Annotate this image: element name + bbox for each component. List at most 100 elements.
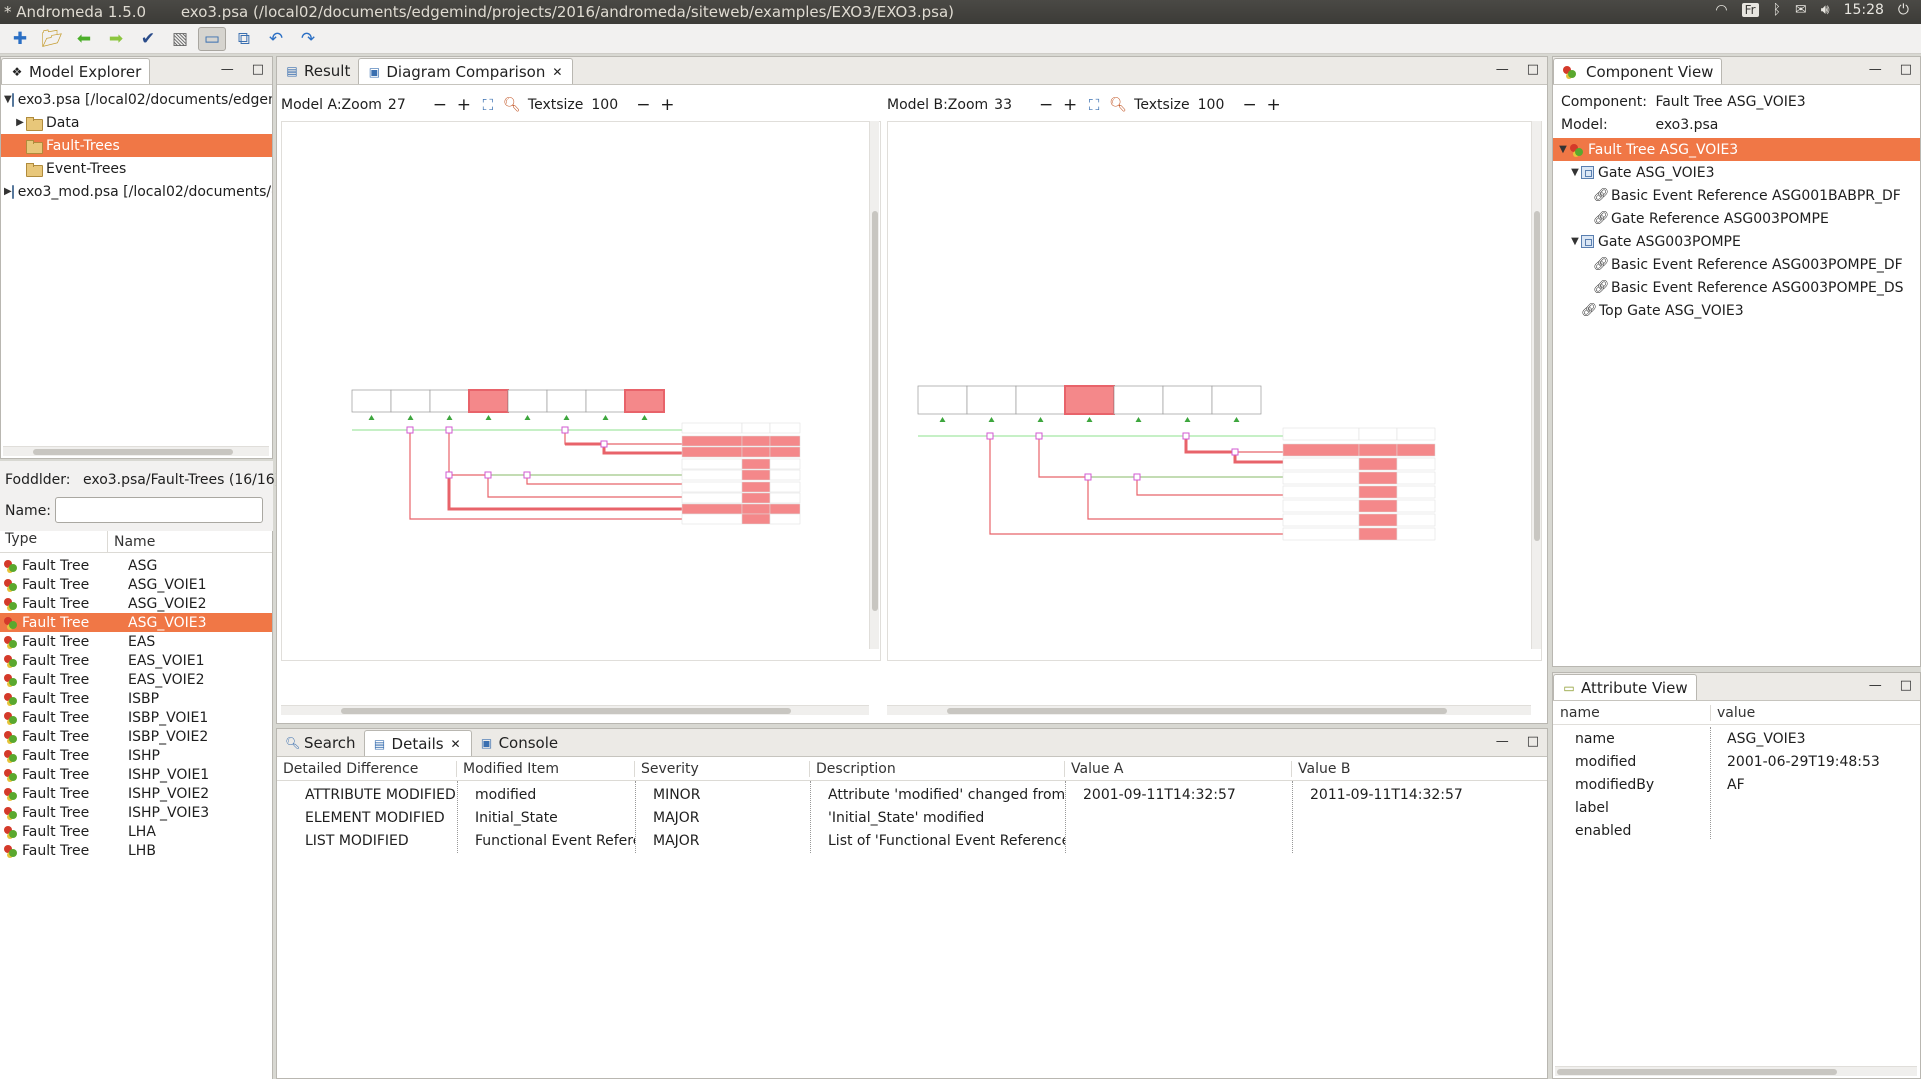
tab-details[interactable]: ▤ Details ✕ [363,730,472,756]
list-item[interactable]: Fault Tree LHB [0,841,272,860]
attribute-row[interactable]: label [1553,796,1920,819]
close-tab-icon[interactable]: ✕ [550,65,564,79]
compare-view-icon[interactable]: ▭ [198,26,226,51]
export-icon[interactable]: ▧ [166,27,194,51]
list-item[interactable]: Fault Tree ASG_VOIE3 [0,613,272,632]
model-a-event-tree[interactable] [282,122,882,662]
table-row[interactable]: ATTRIBUTE MODIFIED modified MINOR Attribute… [277,783,1547,806]
maximize-icon[interactable]: □ [1527,62,1539,77]
maximize-icon[interactable]: □ [1527,734,1539,749]
clock[interactable]: 15:28 [1844,2,1884,18]
tree-item-fault-trees[interactable]: Fault-Trees [1,134,272,157]
attribute-row[interactable]: enabled [1553,819,1920,842]
model-a-horizontal-scrollbar[interactable] [281,705,869,715]
new-icon[interactable]: ✚ [6,27,34,51]
bluetooth-icon[interactable]: ᛒ [1773,2,1781,18]
component-tree-item[interactable]: 🔗︎ Basic Event Reference ASG001BABPR_DF [1553,184,1920,207]
model-b-zoom-value[interactable]: 33 [994,97,1034,113]
list-item[interactable]: Fault Tree ISHP [0,746,272,765]
model-a-textsize-decrease-button[interactable]: − [631,95,655,115]
tree-item-exo3[interactable]: ▼ exo3.psa [/local02/documents/edgemind/… [1,88,272,111]
back-arrow-icon[interactable]: ⬅ [70,27,98,51]
model-a-zoom-in-button[interactable]: + [452,95,476,115]
list-item[interactable]: Fault Tree EAS_VOIE2 [0,670,272,689]
redo-icon[interactable]: ↷ [294,27,322,51]
list-item[interactable]: Fault Tree ASG_VOIE2 [0,594,272,613]
component-tree-item[interactable]: ▼ Gate ASG003POMPE [1553,230,1920,253]
expand-toggle-icon[interactable]: ▼ [1557,144,1569,155]
model-b-textsize-decrease-button[interactable]: − [1238,95,1262,115]
expand-toggle-icon[interactable]: ▶ [4,186,12,197]
model-a-fit-icon[interactable]: ⛶ [476,96,500,114]
expand-toggle-icon[interactable]: ▶ [14,117,26,128]
minimize-icon[interactable]: — [1869,678,1882,693]
column-header-value-b[interactable]: Value B [1292,761,1492,777]
list-item[interactable]: Fault Tree ASG_VOIE1 [0,575,272,594]
minimize-icon[interactable]: — [1496,734,1509,749]
model-a-textsize-value[interactable]: 100 [591,97,631,113]
list-item[interactable]: Fault Tree ISHP_VOIE3 [0,803,272,822]
component-tree-item[interactable]: 🔗︎ Top Gate ASG_VOIE3 [1553,299,1920,322]
mail-icon[interactable]: ✉ [1795,2,1807,18]
model-a-vertical-scrollbar[interactable] [869,121,879,649]
column-header-value-a[interactable]: Value A [1065,760,1292,777]
attribute-horizontal-scrollbar[interactable] [1555,1066,1917,1076]
list-item[interactable]: Fault Tree LHA [0,822,272,841]
column-header-name[interactable]: Name [108,534,155,550]
open-folder-icon[interactable]: 📂︎ [38,27,66,51]
column-header-description[interactable]: Description [810,760,1065,777]
model-b-diagram[interactable] [887,121,1542,661]
model-b-vertical-scrollbar[interactable] [1531,121,1541,649]
component-tree-item[interactable]: 🔗︎ Basic Event Reference ASG003POMPE_DS [1553,276,1920,299]
attribute-row[interactable]: modified 2001-06-29T19:48:53 [1553,750,1920,773]
component-tree-item[interactable]: ▼ Fault Tree ASG_VOIE3 [1553,138,1920,161]
model-a-diagram[interactable] [281,121,881,661]
maximize-icon[interactable]: □ [1900,62,1912,77]
minimize-icon[interactable]: — [221,62,234,77]
list-item[interactable]: Fault Tree ASG [0,556,272,575]
tab-console[interactable]: ▣ Console [472,730,567,756]
list-item[interactable]: Fault Tree ISBP_VOIE2 [0,727,272,746]
model-b-zoom-in-button[interactable]: + [1058,95,1082,115]
model-b-textsize-value[interactable]: 100 [1198,97,1238,113]
tree-item-data[interactable]: ▶ Data [1,111,272,134]
copy-icon[interactable]: ⧉ [230,27,258,51]
column-header-modified-item[interactable]: Modified Item [457,760,635,777]
component-tree-item[interactable]: 🔗︎ Gate Reference ASG003POMPE [1553,207,1920,230]
attribute-row[interactable]: modifiedBy AF [1553,773,1920,796]
tree-item-exo3-mod[interactable]: ▶ exo3_mod.psa [/local02/documents/edgem… [1,180,272,203]
name-filter-input[interactable] [55,497,263,523]
wifi-icon[interactable]: ◠ [1715,2,1727,18]
list-item[interactable]: Fault Tree ISBP_VOIE1 [0,708,272,727]
model-a-zoom-out-button[interactable]: − [428,95,452,115]
column-header-attr-value[interactable]: value [1711,705,1755,721]
model-b-textsize-icon[interactable]: 🔍︎ [1106,97,1130,113]
model-b-horizontal-scrollbar[interactable] [887,705,1531,715]
model-a-textsize-increase-button[interactable]: + [655,95,679,115]
column-header-severity[interactable]: Severity [635,760,810,777]
model-b-zoom-out-button[interactable]: − [1034,95,1058,115]
tab-diagram-comparison[interactable]: ▣ Diagram Comparison ✕ [358,58,574,84]
tab-model-explorer[interactable]: ❖ Model Explorer [1,58,151,84]
tab-result[interactable]: ▤ Result [277,58,358,84]
column-header-type[interactable]: Type [0,531,108,552]
attribute-row[interactable]: name ASG_VOIE3 [1553,727,1920,750]
maximize-icon[interactable]: □ [252,62,264,77]
volume-icon[interactable]: 🔊︎ [1821,2,1830,18]
forward-arrow-icon[interactable]: ➡ [102,27,130,51]
keyboard-layout-indicator[interactable]: Fr [1741,3,1759,17]
power-icon[interactable]: ⏻ [1898,2,1909,18]
table-row[interactable]: LIST MODIFIED Functional Event Reference M… [277,829,1547,852]
column-header-attr-name[interactable]: name [1553,704,1711,721]
list-item[interactable]: Fault Tree EAS_VOIE1 [0,651,272,670]
list-item[interactable]: Fault Tree EAS [0,632,272,651]
tree-item-event-trees[interactable]: Event-Trees [1,157,272,180]
undo-icon[interactable]: ↶ [262,27,290,51]
validate-check-icon[interactable]: ✔ [134,27,162,51]
list-item[interactable]: Fault Tree ISHP_VOIE1 [0,765,272,784]
list-item[interactable]: Fault Tree ISHP_VOIE2 [0,784,272,803]
model-a-zoom-value[interactable]: 27 [388,97,428,113]
minimize-icon[interactable]: — [1869,62,1882,77]
list-item[interactable]: Fault Tree ISBP [0,689,272,708]
expand-toggle-icon[interactable]: ▼ [4,94,12,105]
